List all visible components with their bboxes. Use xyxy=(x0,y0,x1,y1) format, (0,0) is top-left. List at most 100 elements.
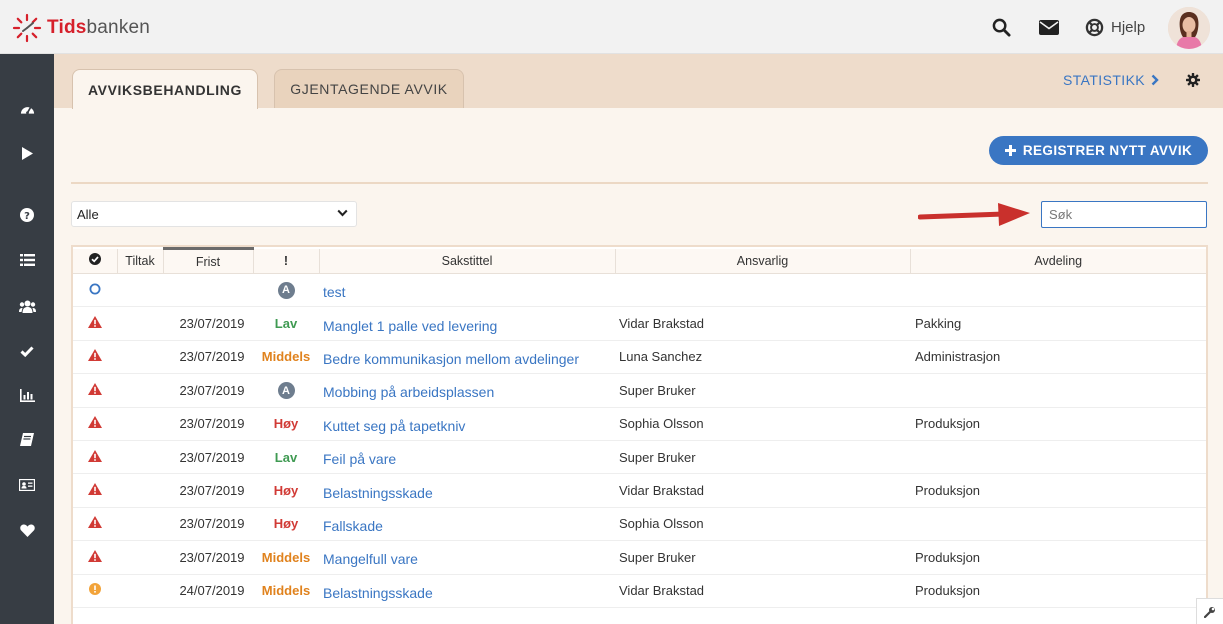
help-link[interactable]: Hjelp xyxy=(1111,19,1145,36)
table-row[interactable]: 23/07/2019 Middels Mangelfull vare Super Br… xyxy=(73,540,1206,575)
sidebar-item-help[interactable]: ? xyxy=(0,200,54,230)
sakstittel-link[interactable]: Kuttet seg på tapetkniv xyxy=(319,407,615,441)
tidsbanken-logo[interactable]: Tidsbanken xyxy=(12,13,150,43)
column-header-avdeling[interactable]: Avdeling xyxy=(910,248,1206,274)
ansvarlig-cell: Vidar Brakstad xyxy=(615,473,910,508)
priority-cell: Middels xyxy=(253,340,319,375)
sidebar-item-dashboard[interactable] xyxy=(0,93,54,123)
frist-cell: 23/07/2019 xyxy=(163,407,253,441)
lifebuoy-icon[interactable] xyxy=(1083,16,1105,38)
mail-icon[interactable] xyxy=(1038,16,1060,38)
logo-text-grey: banken xyxy=(86,17,151,38)
column-header-frist[interactable]: Frist xyxy=(163,247,254,274)
sidebar-item-favorites[interactable] xyxy=(0,515,54,545)
priority-cell: A xyxy=(253,373,319,408)
logo-text: Tidsbanken xyxy=(47,17,150,39)
avdeling-cell: Produksjon xyxy=(910,540,1206,575)
sakstittel-link[interactable]: Belastningsskade xyxy=(319,574,615,608)
statistics-link[interactable]: STATISTIKK xyxy=(1063,72,1159,88)
check-icon xyxy=(20,345,34,357)
sidebar-item-reports[interactable] xyxy=(0,380,54,410)
anonymous-badge: A xyxy=(277,281,295,299)
status-cell xyxy=(73,507,117,542)
gear-icon[interactable] xyxy=(1186,73,1200,87)
table-row[interactable]: 23/07/2019 Høy Fallskade Sophia Olsson xyxy=(73,507,1206,542)
column-header-ansvarlig[interactable]: Ansvarlig xyxy=(615,248,911,274)
sakstittel-link[interactable]: Feil på vare xyxy=(319,440,615,475)
ansvarlig-cell: Super Bruker xyxy=(615,373,910,408)
red-arrow-annotation xyxy=(918,203,1030,226)
sakstittel-link[interactable]: Mobbing på arbeidsplassen xyxy=(319,373,615,408)
user-avatar[interactable] xyxy=(1168,7,1210,49)
table-row[interactable]: Atest xyxy=(73,273,1206,308)
tiltak-cell xyxy=(117,440,163,475)
priority-cell: Middels xyxy=(253,574,319,608)
sidebar-item-play[interactable] xyxy=(0,138,54,168)
table-row[interactable]: 23/07/2019 A Mobbing på arbeidsplassen Supe… xyxy=(73,373,1206,408)
sidebar-item-profile[interactable] xyxy=(0,470,54,500)
table-row[interactable]: 23/07/2019 Middels Bedre kommunikasjon mel… xyxy=(73,340,1206,375)
ansvarlig-cell: Vidar Brakstad xyxy=(615,306,910,341)
question-icon: ? xyxy=(20,208,34,222)
statistics-label: STATISTIKK xyxy=(1063,72,1146,88)
column-header-sakstittel[interactable]: Sakstittel xyxy=(319,248,616,274)
column-header-tiltak[interactable]: Tiltak xyxy=(117,248,164,274)
sakstittel-link[interactable]: Manglet 1 palle ved levering xyxy=(319,306,615,341)
wrench-icon[interactable] xyxy=(1196,598,1223,624)
tab-avviksbehandling[interactable]: AVVIKSBEHANDLING xyxy=(72,69,258,109)
dashboard-icon xyxy=(20,106,34,114)
table-header-row: Tiltak Frist ! Sakstittel Ansvarlig Avde… xyxy=(73,247,1206,274)
warning-triangle-icon xyxy=(88,316,102,329)
ansvarlig-cell: Sophia Olsson xyxy=(615,507,910,542)
bar-chart-icon xyxy=(19,388,35,402)
column-header-priority[interactable]: ! xyxy=(253,248,320,274)
sakstittel-link[interactable]: Belastningsskade xyxy=(319,473,615,508)
frist-cell xyxy=(163,273,253,308)
ansvarlig-cell: Super Bruker xyxy=(615,440,910,475)
avdeling-cell: Administrasjon xyxy=(910,340,1206,375)
sidebar-item-handbook[interactable] xyxy=(0,424,54,454)
sakstittel-link[interactable]: Bedre kommunikasjon mellom avdelinger xyxy=(319,340,615,375)
table-row[interactable]: 23/07/2019 Lav Manglet 1 palle ved leverin… xyxy=(73,306,1206,341)
sidebar-item-tasks[interactable] xyxy=(0,336,54,366)
clock-logo-icon xyxy=(12,13,42,43)
svg-text:?: ? xyxy=(24,211,30,222)
plus-icon xyxy=(1004,145,1016,156)
search-icon[interactable] xyxy=(990,16,1012,38)
anonymous-badge: A xyxy=(277,382,295,400)
table-row[interactable]: 23/07/2019 Høy Belastningsskade Vidar Braks… xyxy=(73,473,1206,508)
status-filter-select[interactable]: Alle xyxy=(71,201,357,227)
check-circle-icon xyxy=(88,253,101,266)
avdeling-cell: Produksjon xyxy=(910,473,1206,508)
avdeling-cell xyxy=(910,507,1206,542)
tiltak-cell xyxy=(117,540,163,575)
chevron-right-icon xyxy=(1151,74,1159,86)
priority-cell: Middels xyxy=(253,540,319,575)
tab-gjentagende-avvik[interactable]: GJENTAGENDE AVVIK xyxy=(274,69,464,108)
table-row[interactable]: 24/07/2019 Middels Belastningsskade Vidar B… xyxy=(73,574,1206,608)
sidebar-item-list[interactable] xyxy=(0,245,54,275)
filter-selected-value: Alle xyxy=(77,206,99,222)
table-row[interactable]: 23/07/2019 Høy Kuttet seg på tapetkniv Soph… xyxy=(73,407,1206,441)
users-icon xyxy=(18,300,36,313)
register-new-deviation-button[interactable]: REGISTRER NYTT AVVIK xyxy=(989,136,1208,165)
id-card-icon xyxy=(19,479,35,491)
status-cell xyxy=(73,473,117,508)
warning-triangle-icon xyxy=(88,549,102,562)
table-row[interactable]: 23/07/2019 Lav Feil på vare Super Bruker xyxy=(73,440,1206,475)
search-input[interactable] xyxy=(1041,201,1207,228)
sidebar: ? xyxy=(0,54,54,624)
ansvarlig-cell: Luna Sanchez xyxy=(615,340,910,375)
frist-cell: 23/07/2019 xyxy=(163,440,253,475)
open-circle-icon xyxy=(89,283,101,295)
sakstittel-link[interactable]: Mangelfull vare xyxy=(319,540,615,575)
sakstittel-link[interactable]: Fallskade xyxy=(319,507,615,542)
avdeling-cell: Pakking xyxy=(910,306,1206,341)
status-cell xyxy=(73,440,117,475)
sakstittel-link[interactable]: test xyxy=(319,273,615,308)
logo-text-red: Tids xyxy=(47,17,87,38)
ansvarlig-cell xyxy=(615,273,910,308)
tab-strip: AVVIKSBEHANDLING GJENTAGENDE AVVIK STATI… xyxy=(54,54,1223,109)
sidebar-item-users[interactable] xyxy=(0,291,54,321)
column-header-status[interactable] xyxy=(73,248,118,274)
